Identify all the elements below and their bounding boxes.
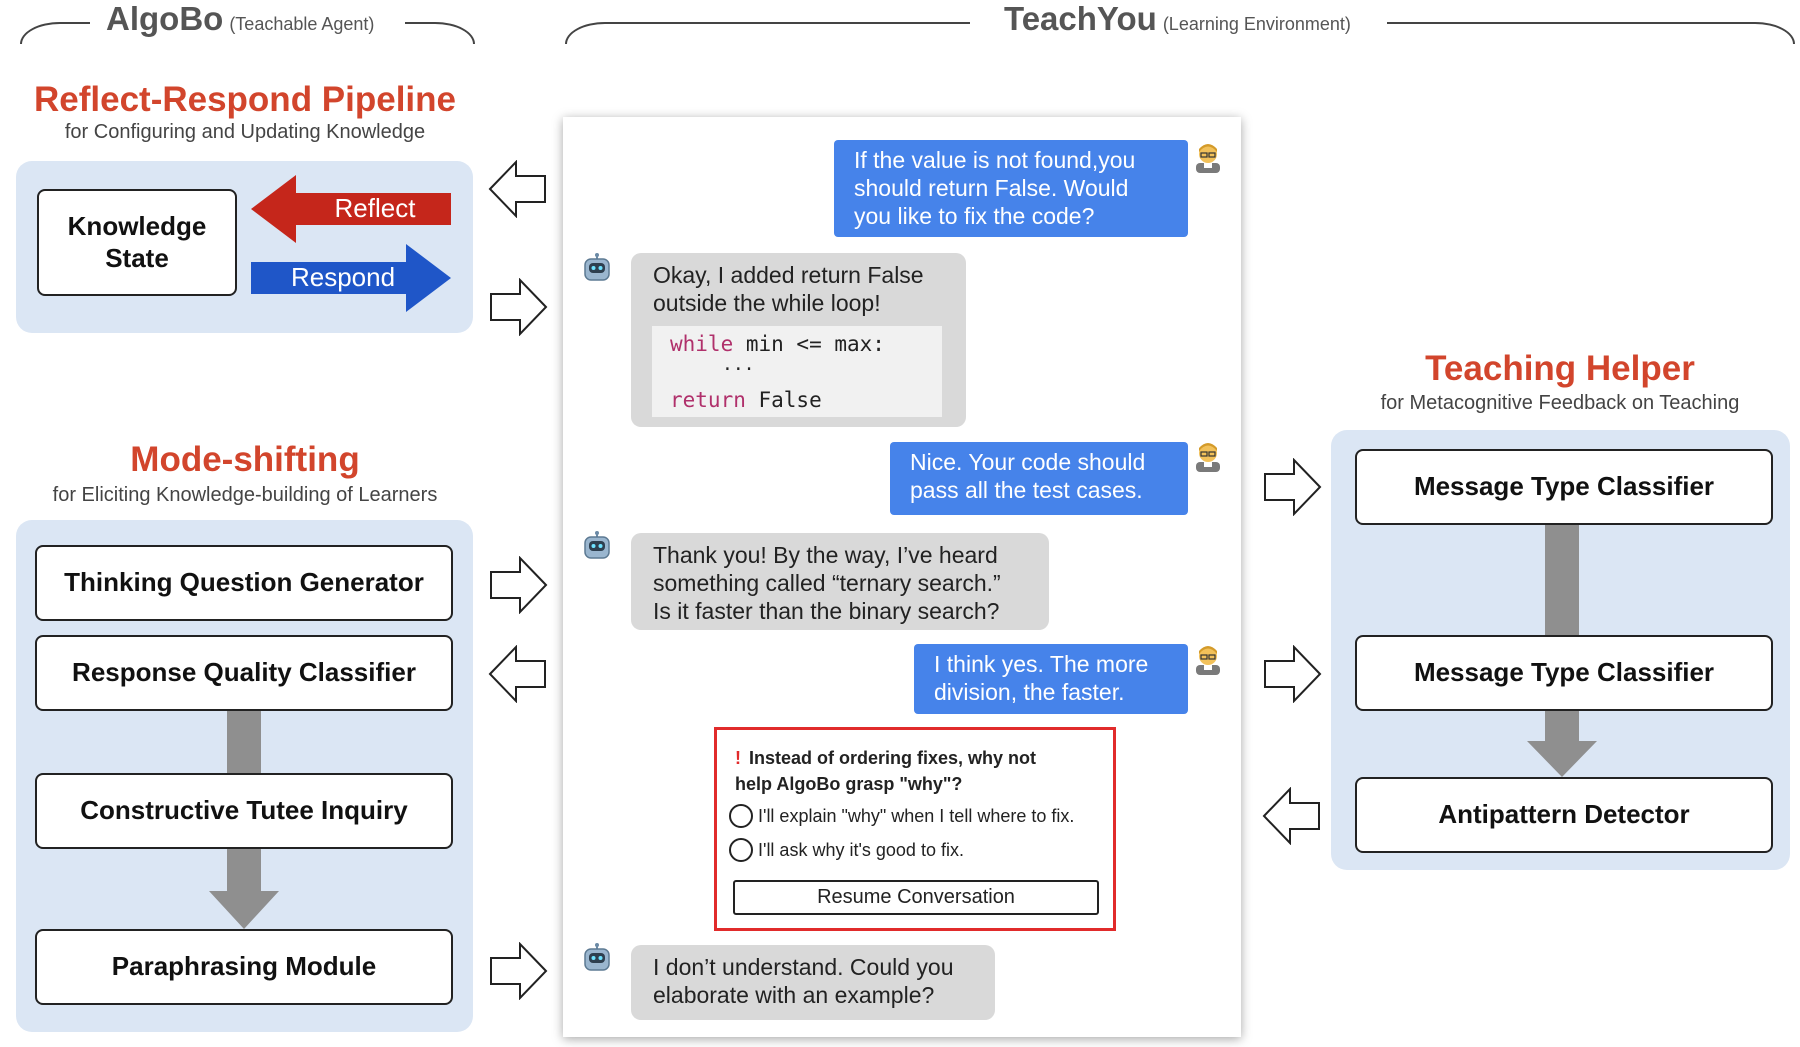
- message-type-classifier-label-2: Message Type Classifier: [1413, 657, 1715, 688]
- message-line: pass all the test cases.: [910, 477, 1143, 503]
- antipattern-detector-box: Antipattern Detector: [1355, 777, 1773, 853]
- message-line: Okay, I added return False: [653, 262, 924, 288]
- robot-avatar-icon: [584, 531, 610, 559]
- right-hollow-arrow: [490, 556, 548, 614]
- right-hollow-arrow: [1264, 458, 1322, 516]
- reflect-label: Reflect: [334, 193, 416, 223]
- alert-option-label: I'll explain "why" when I tell where to …: [758, 805, 1075, 826]
- message-type-classifier-box-1: Message Type Classifier: [1355, 449, 1773, 525]
- teaching-helper-subtitle: for Metacognitive Feedback on Teaching: [1380, 392, 1740, 414]
- message-line: Nice. Your code should: [910, 449, 1146, 475]
- algobo-header: AlgoBo (Teachable Agent): [106, 0, 374, 38]
- code-line-1: while min <= max:: [670, 332, 885, 356]
- paraphrasing-module-box: Paraphrasing Module: [35, 929, 453, 1005]
- algobo-brace-left: [20, 22, 90, 44]
- mode-shifting-subtitle: for Eliciting Knowledge-building of Lear…: [52, 484, 438, 506]
- robot-avatar-icon: [584, 253, 610, 281]
- connector-bar: [1545, 525, 1579, 635]
- radio-button[interactable]: [729, 804, 753, 828]
- down-arrow: [1527, 711, 1597, 777]
- code-keyword: while: [670, 332, 734, 356]
- teachyou-desc: (Learning Environment): [1162, 14, 1351, 34]
- message-line: I don’t understand. Could you: [653, 954, 954, 980]
- code-text: False: [745, 388, 822, 412]
- message-line: should return False. Would: [854, 175, 1129, 201]
- radio-button[interactable]: [729, 838, 753, 862]
- teachyou-name: TeachYou: [1004, 0, 1157, 37]
- right-hollow-arrow: [490, 278, 548, 336]
- paraphrasing-module-label: Paraphrasing Module: [111, 951, 377, 982]
- message-line: something called “ternary search.”: [653, 570, 1001, 596]
- alert-question: ! Instead of ordering fixes, why not help…: [735, 745, 1105, 797]
- alert-icon: !: [735, 748, 741, 768]
- teachyou-header: TeachYou (Learning Environment): [1004, 0, 1351, 38]
- left-hollow-arrow: [1262, 787, 1320, 845]
- alert-option-2[interactable]: I'll ask why it's good to fix.: [729, 838, 964, 862]
- left-hollow-arrow: [488, 160, 546, 218]
- algobo-brace-right: [405, 22, 475, 44]
- algobo-name: AlgoBo: [106, 0, 224, 37]
- alert-option-1[interactable]: I'll explain "why" when I tell where to …: [729, 804, 1074, 828]
- message-line: division, the faster.: [934, 679, 1125, 705]
- message-line: outside the while loop!: [653, 290, 881, 316]
- code-ellipsis: ...: [722, 354, 755, 375]
- teacher-avatar-icon: [1196, 443, 1220, 472]
- teachyou-brace-right: [1387, 22, 1795, 44]
- thinking-question-generator-box: Thinking Question Generator: [35, 545, 453, 621]
- right-hollow-arrow: [1264, 645, 1322, 703]
- teaching-helper-title: Teaching Helper: [1425, 349, 1695, 388]
- message-line: If the value is not found,you: [854, 147, 1136, 173]
- message-line: you like to fix the code?: [854, 203, 1095, 229]
- teachyou-brace-left: [565, 22, 970, 44]
- alert-question-line: help AlgoBo grasp "why"?: [735, 774, 963, 794]
- down-arrow: [209, 849, 279, 929]
- user-message: If the value is not found,you should ret…: [834, 140, 1188, 237]
- antipattern-detector-label: Antipattern Detector: [1438, 799, 1690, 830]
- left-hollow-arrow: [488, 645, 546, 703]
- mode-shifting-title: Mode-shifting: [130, 440, 360, 479]
- code-snippet: while min <= max: ... return False: [652, 326, 942, 417]
- bot-message: Thank you! By the way, I’ve heard someth…: [631, 533, 1049, 630]
- robot-avatar-icon: [584, 943, 610, 971]
- code-line-2: return False: [670, 388, 822, 412]
- connector-bar: [227, 711, 261, 773]
- message-type-classifier-label-1: Message Type Classifier: [1413, 471, 1715, 502]
- reflect-respond-subtitle: for Configuring and Updating Knowledge: [64, 121, 426, 143]
- message-type-classifier-box-2: Message Type Classifier: [1355, 635, 1773, 711]
- alert-question-line: ! Instead of ordering fixes, why not: [735, 748, 1037, 768]
- constructive-tutee-inquiry-label: Constructive Tutee Inquiry: [80, 795, 408, 826]
- response-quality-classifier-label: Response Quality Classifier: [72, 657, 416, 688]
- alert-option-label: I'll ask why it's good to fix.: [758, 839, 964, 860]
- right-hollow-arrow: [490, 942, 548, 1000]
- user-message: Nice. Your code should pass all the test…: [890, 442, 1188, 515]
- knowledge-state-label: Knowledge State: [67, 211, 207, 273]
- teacher-avatar-icon: [1196, 646, 1220, 675]
- message-line: I think yes. The more: [934, 651, 1149, 677]
- respond-label: Respond: [290, 262, 396, 292]
- teacher-avatar-icon: [1196, 144, 1220, 173]
- response-quality-classifier-box: Response Quality Classifier: [35, 635, 453, 711]
- resume-conversation-label: Resume Conversation: [817, 886, 1015, 908]
- reflect-respond-title: Reflect-Respond Pipeline: [33, 80, 457, 119]
- message-line: Is it faster than the binary search?: [653, 598, 1000, 624]
- user-message: I think yes. The more division, the fast…: [914, 644, 1188, 714]
- resume-conversation-button[interactable]: Resume Conversation: [733, 880, 1099, 915]
- message-line: Thank you! By the way, I’ve heard: [653, 542, 998, 568]
- algobo-desc: (Teachable Agent): [229, 14, 375, 34]
- constructive-tutee-inquiry-box: Constructive Tutee Inquiry: [35, 773, 453, 849]
- thinking-question-generator-label: Thinking Question Generator: [64, 567, 424, 598]
- bot-message: I don’t understand. Could you elaborate …: [631, 945, 995, 1020]
- message-line: elaborate with an example?: [653, 982, 935, 1008]
- knowledge-state-box: Knowledge State: [37, 189, 237, 296]
- code-keyword: return: [670, 388, 746, 412]
- code-text: min <= max:: [733, 332, 885, 356]
